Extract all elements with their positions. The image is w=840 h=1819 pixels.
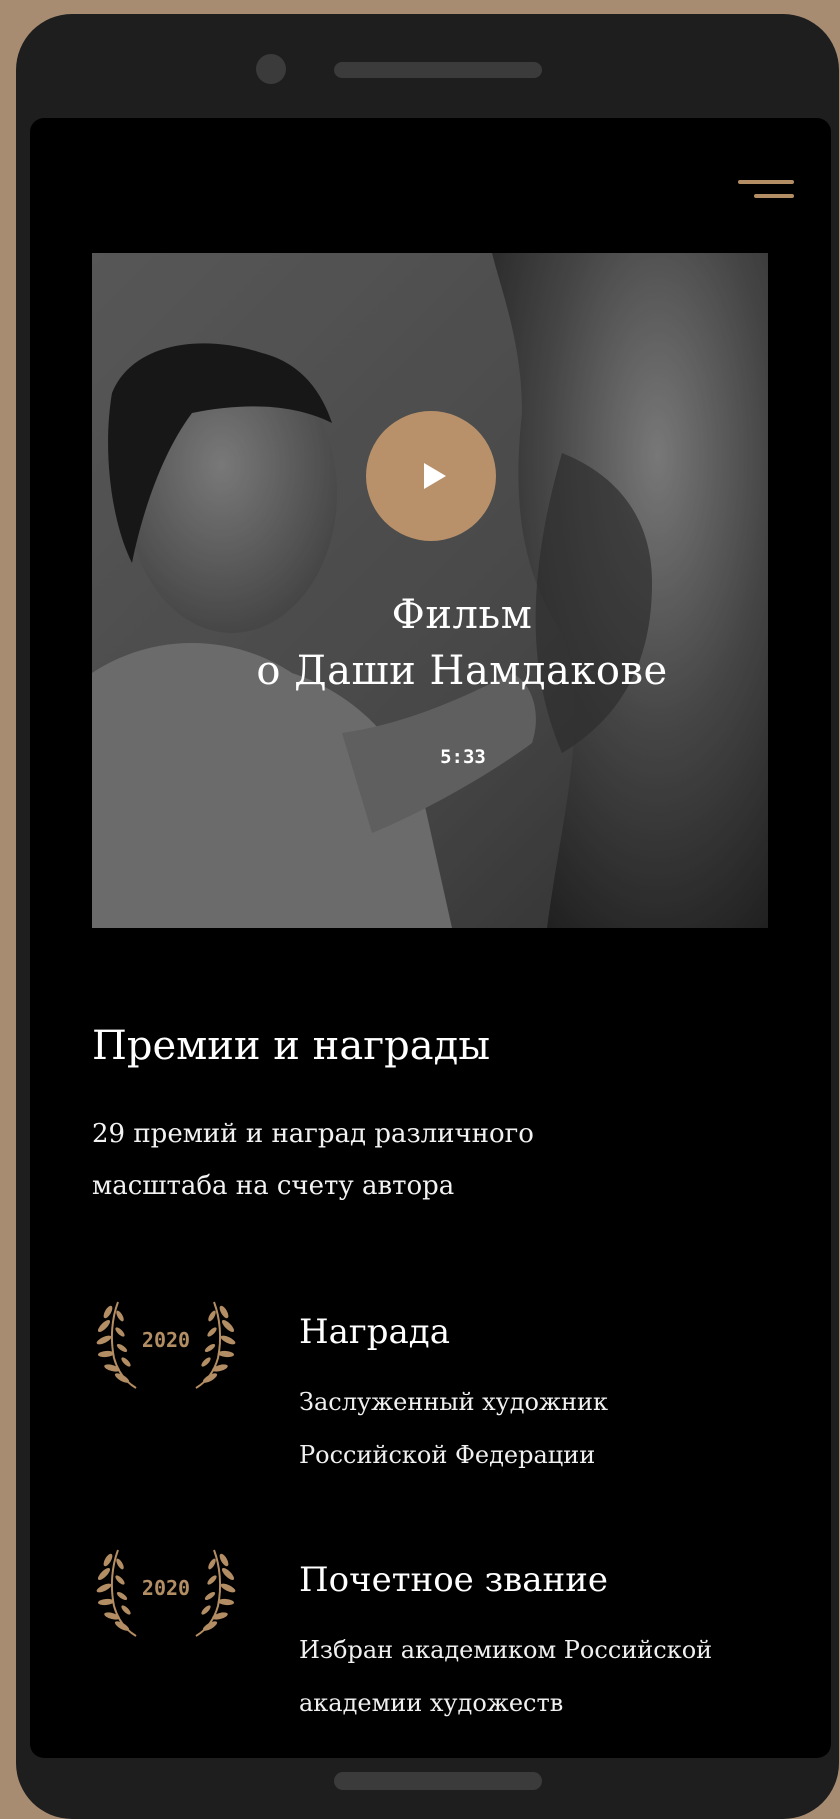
award-item: 2020 Награда Заслуженный художник Россий…: [92, 1298, 812, 1498]
hamburger-menu-icon[interactable]: [734, 176, 794, 210]
section-description-line2: масштаба на счету автора: [92, 1171, 455, 1201]
video-title-line1: Фильм: [391, 592, 533, 638]
play-button[interactable]: [366, 411, 496, 541]
video-title-line2: о Даши Намдакове: [256, 648, 668, 694]
video-card[interactable]: Фильм о Даши Намдакове 5:33: [92, 253, 768, 928]
award-description-line1: Избран академиком Российской: [299, 1636, 713, 1664]
laurel-wreath-icon: 2020: [92, 1298, 240, 1390]
section-description: 29 премий и наград различного масштаба н…: [92, 1108, 712, 1212]
section-title: Премии и награды: [92, 1023, 491, 1069]
award-title: Награда: [299, 1312, 450, 1352]
award-description: Заслуженный художник Российской Федераци…: [299, 1376, 799, 1482]
award-description-line1: Заслуженный художник: [299, 1388, 609, 1416]
home-indicator[interactable]: [334, 1772, 542, 1790]
award-description-line2: академии художеств: [299, 1689, 564, 1717]
front-camera: [256, 54, 286, 84]
play-icon: [424, 463, 446, 489]
award-item: 2020 Почетное звание Избран академиком Р…: [92, 1546, 812, 1746]
award-year: 2020: [141, 1328, 191, 1352]
laurel-wreath-icon: 2020: [92, 1546, 240, 1638]
award-title: Почетное звание: [299, 1560, 608, 1600]
section-description-line1: 29 премий и наград различного: [92, 1119, 534, 1149]
video-duration: 5:33: [440, 746, 486, 768]
award-year: 2020: [141, 1576, 191, 1600]
earpiece-speaker: [334, 62, 542, 78]
phone-frame: Фильм о Даши Намдакове 5:33 Премии и наг…: [16, 14, 839, 1819]
screen: Фильм о Даши Намдакове 5:33 Премии и наг…: [30, 118, 831, 1758]
award-description-line2: Российской Федерации: [299, 1441, 596, 1469]
award-description: Избран академиком Российской академии ху…: [299, 1624, 799, 1730]
